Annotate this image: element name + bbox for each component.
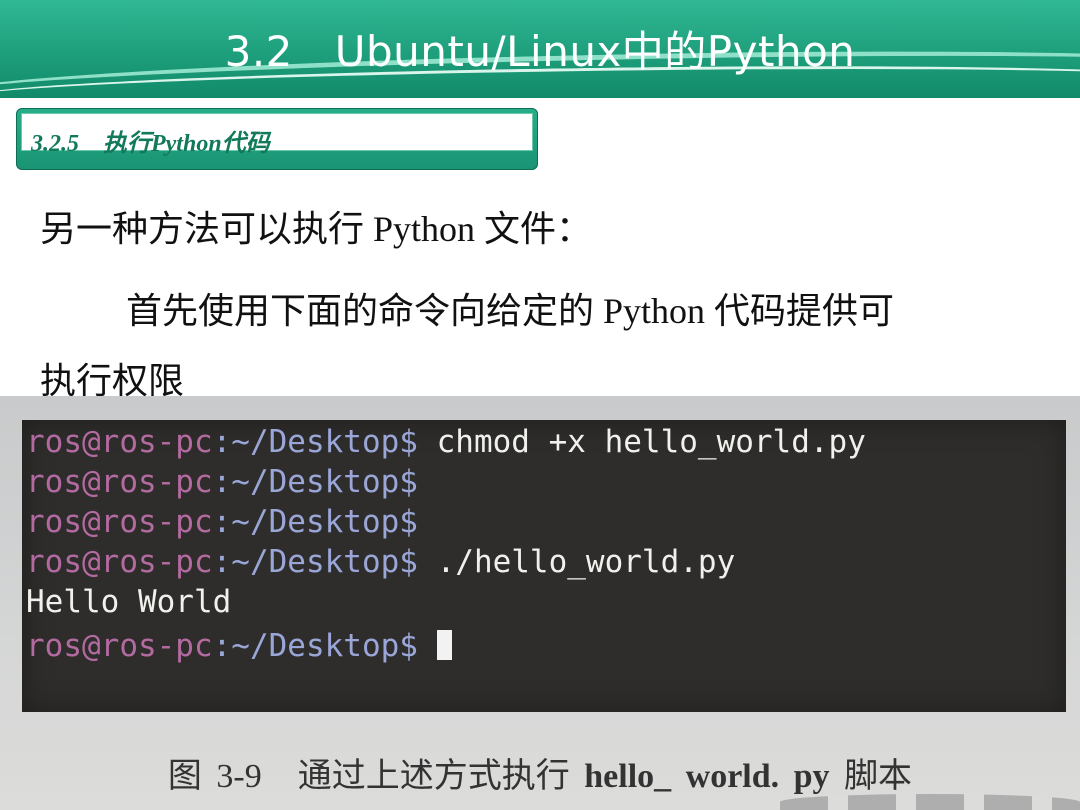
prompt-user: ros@ros-pc xyxy=(26,464,213,500)
page-curl-shadow xyxy=(780,794,1080,810)
figure-caption: 图 3-9 通过上述方式执行 hello_ world. py 脚本 xyxy=(0,748,1080,797)
terminal-command: chmod +x hello_world.py xyxy=(417,424,866,460)
prompt-path: :~/Desktop$ xyxy=(212,504,418,540)
terminal-command: ./hello_world.py xyxy=(417,544,736,580)
terminal-cursor xyxy=(436,630,452,660)
terminal-line[interactable]: ros@ros-pc:~/Desktop$ xyxy=(26,628,452,664)
prompt-path: :~/Desktop$ xyxy=(212,424,418,460)
prompt-user: ros@ros-pc xyxy=(26,424,213,460)
terminal-command xyxy=(418,628,437,664)
prompt-path: :~/Desktop$ xyxy=(212,464,418,500)
terminal-output: Hello World xyxy=(26,584,232,620)
terminal-window: ros@ros-pc:~/Desktop$ chmod +x hello_wor… xyxy=(22,420,1066,712)
terminal-line: ros@ros-pc:~/Desktop$ chmod +x hello_wor… xyxy=(26,424,866,460)
caption-text-before: 通过上述方式执行 xyxy=(297,758,570,795)
section-number: 3.2.5 xyxy=(31,131,79,157)
terminal-line: ros@ros-pc:~/Desktop$ xyxy=(26,464,418,500)
body-paragraph-line-1: 另一种方法可以执行 Python 文件： xyxy=(40,209,593,249)
figure-number: 图 3-9 xyxy=(167,758,262,795)
caption-file: hello_ world. py xyxy=(584,758,830,795)
prompt-user: ros@ros-pc xyxy=(26,504,213,540)
body-paragraph-line-2: 首先使用下面的命令向给定的 Python 代码提供可 xyxy=(126,291,895,331)
prompt-user: ros@ros-pc xyxy=(26,544,213,580)
slide-header: 3.2 Ubuntu/Linux中的Python xyxy=(0,0,1080,98)
section-title: 执行Python代码 xyxy=(103,131,270,157)
section-heading: 3.2.5 执行Python代码 xyxy=(31,123,270,158)
terminal-line: ros@ros-pc:~/Desktop$ ./hello_world.py xyxy=(26,544,735,580)
prompt-path: :~/Desktop$ xyxy=(212,628,418,664)
prompt-user: ros@ros-pc xyxy=(26,628,213,664)
section-heading-box: 3.2.5 执行Python代码 xyxy=(16,108,538,170)
caption-text-after: 脚本 xyxy=(844,758,913,795)
slide-title: 3.2 Ubuntu/Linux中的Python xyxy=(224,27,856,76)
prompt-path: :~/Desktop$ xyxy=(212,544,418,580)
terminal-line: ros@ros-pc:~/Desktop$ xyxy=(26,504,418,540)
